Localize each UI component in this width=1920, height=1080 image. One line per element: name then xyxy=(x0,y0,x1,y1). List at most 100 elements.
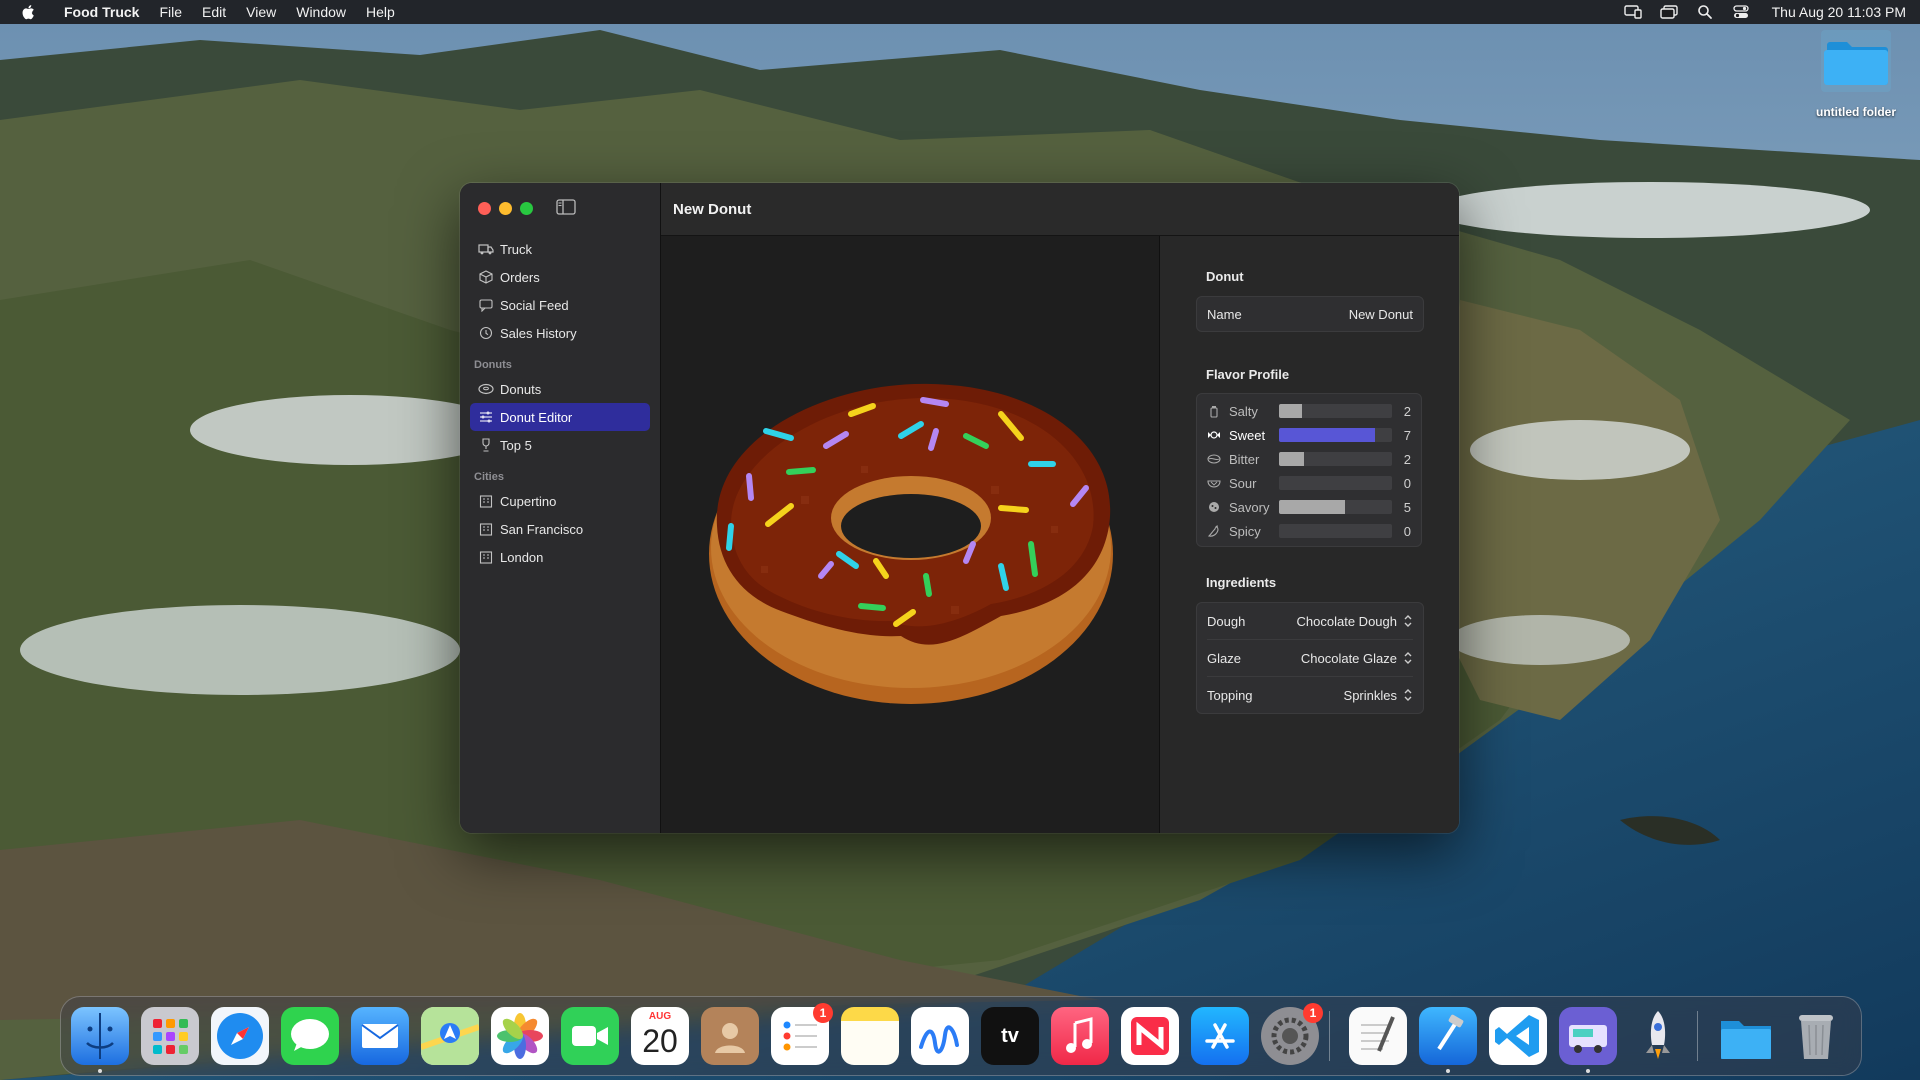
topping-popup[interactable]: Sprinkles xyxy=(1344,688,1413,703)
close-button[interactable] xyxy=(478,202,491,215)
dock-app-store-icon[interactable] xyxy=(1191,1007,1249,1065)
flavor-row-sour[interactable]: Sour 0 xyxy=(1197,471,1421,495)
dock: AUG 20 1 tv 1 xyxy=(60,996,1862,1076)
dock-tv-icon[interactable]: tv xyxy=(981,1007,1039,1065)
glaze-popup[interactable]: Chocolate Glaze xyxy=(1301,651,1413,666)
dock-contacts-icon[interactable] xyxy=(701,1007,759,1065)
running-indicator xyxy=(1586,1069,1590,1073)
dock-photos-icon[interactable] xyxy=(491,1007,549,1065)
sidebar-item-label: Top 5 xyxy=(500,437,532,453)
window-icon[interactable] xyxy=(1659,5,1678,19)
menu-help[interactable]: Help xyxy=(356,0,405,24)
menu-edit[interactable]: Edit xyxy=(192,0,236,24)
sidebar-item-orders[interactable]: Orders xyxy=(470,263,650,291)
sidebar-item-donut-editor[interactable]: Donut Editor xyxy=(470,403,650,431)
dock-downloads-folder-icon[interactable] xyxy=(1717,1007,1775,1065)
dock-vscode-icon[interactable] xyxy=(1489,1007,1547,1065)
flavor-bar[interactable] xyxy=(1279,500,1392,514)
menu-bar: Food Truck File Edit View Window Help Th… xyxy=(0,0,1920,24)
minimize-button[interactable] xyxy=(499,202,512,215)
search-icon[interactable] xyxy=(1696,5,1714,19)
donut-icon xyxy=(478,381,494,397)
apple-icon[interactable] xyxy=(20,3,38,21)
ingredients-card: Dough Chocolate Dough Glaze Chocolate Gl… xyxy=(1196,602,1424,714)
flavor-name: Salty xyxy=(1229,403,1258,419)
flavor-row-savory[interactable]: Savory 5 xyxy=(1197,495,1421,519)
sidebar-item-label: Donuts xyxy=(500,381,542,397)
menu-window[interactable]: Window xyxy=(286,0,356,24)
control-center-icon[interactable] xyxy=(1732,5,1750,19)
dock-freeform-icon[interactable] xyxy=(911,1007,969,1065)
desktop-folder[interactable]: untitled folder xyxy=(1806,30,1906,119)
flavor-value: 0 xyxy=(1403,523,1411,539)
sidebar-item-top-5[interactable]: Top 5 xyxy=(470,431,650,459)
dock-news-icon[interactable] xyxy=(1121,1007,1179,1065)
flavor-bar[interactable] xyxy=(1279,524,1392,538)
dock-finder-icon[interactable] xyxy=(71,1007,129,1073)
sidebar-toggle-icon[interactable] xyxy=(556,199,576,215)
sidebar-item-label: Cupertino xyxy=(500,493,557,509)
dock-notes-icon[interactable] xyxy=(841,1007,899,1065)
sidebar-item-donuts[interactable]: Donuts xyxy=(470,375,650,403)
sidebar-item-social-feed[interactable]: Social Feed xyxy=(470,291,650,319)
dock-launchpad-icon[interactable] xyxy=(141,1007,199,1065)
sidebar-item-san-francisco[interactable]: San Francisco xyxy=(470,515,650,543)
dock-rocket-icon[interactable] xyxy=(1629,1007,1687,1065)
dough-popup[interactable]: Chocolate Dough xyxy=(1297,614,1413,629)
chevron-up-down-icon xyxy=(1404,615,1412,627)
dock-trash-icon[interactable] xyxy=(1787,1007,1845,1065)
sidebar-item-label: Social Feed xyxy=(500,297,569,313)
zoom-button[interactable] xyxy=(520,202,533,215)
dock-mail-icon[interactable] xyxy=(351,1007,409,1065)
flavor-bar-fill xyxy=(1279,452,1304,466)
sidebar-item-sales-history[interactable]: Sales History xyxy=(470,319,650,347)
dock-separator xyxy=(1697,1011,1698,1061)
flavor-bar[interactable] xyxy=(1279,476,1392,490)
flavor-row-salty[interactable]: Salty 2 xyxy=(1197,399,1421,423)
dock-xcode-icon[interactable] xyxy=(1419,1007,1477,1073)
inspector-panel: Donut Name New Donut Flavor Profile Salt… xyxy=(1160,236,1459,833)
dock-messages-icon[interactable] xyxy=(281,1007,339,1065)
candy-icon xyxy=(1207,428,1221,442)
sidebar-item-truck[interactable]: Truck xyxy=(470,235,650,263)
sidebar-item-london[interactable]: London xyxy=(470,543,650,571)
dock-textedit-icon[interactable] xyxy=(1349,1007,1407,1065)
name-field[interactable]: New Donut xyxy=(1349,307,1413,322)
flavor-row-spicy[interactable]: Spicy 0 xyxy=(1197,519,1421,543)
sidebar-item-label: San Francisco xyxy=(500,521,584,537)
dock-calendar-icon[interactable]: AUG 20 xyxy=(631,1007,689,1065)
sidebar-nav: Truck Orders Social Feed Sales History D… xyxy=(460,235,660,571)
dock-reminders-icon[interactable]: 1 xyxy=(771,1003,833,1065)
window-title: New Donut xyxy=(673,200,752,218)
flavor-value: 2 xyxy=(1403,403,1411,419)
sidebar-item-cupertino[interactable]: Cupertino xyxy=(470,487,650,515)
menu-clock[interactable]: Thu Aug 20 11:03 PM xyxy=(1772,4,1906,20)
dock-music-icon[interactable] xyxy=(1051,1007,1109,1065)
menu-app-name[interactable]: Food Truck xyxy=(54,0,149,24)
truck-icon xyxy=(478,241,494,257)
dock-maps-icon[interactable] xyxy=(420,1007,480,1065)
flavor-bar[interactable] xyxy=(1279,428,1392,442)
folder-icon xyxy=(1821,30,1891,92)
screen-mirroring-icon[interactable] xyxy=(1623,5,1642,19)
flavor-value: 2 xyxy=(1403,451,1411,467)
desktop-folder-label: untitled folder xyxy=(1816,105,1896,119)
dock-safari-icon[interactable] xyxy=(211,1007,269,1065)
flavor-bar-fill xyxy=(1279,428,1376,442)
menu-file[interactable]: File xyxy=(149,0,192,24)
building-icon xyxy=(478,549,494,565)
trophy-icon xyxy=(478,437,494,453)
flavor-bar[interactable] xyxy=(1279,452,1392,466)
building-icon xyxy=(478,493,494,509)
pepper-icon xyxy=(1207,524,1221,538)
running-indicator xyxy=(98,1069,102,1073)
dock-system-settings-icon[interactable]: 1 xyxy=(1261,1003,1323,1065)
name-label: Name xyxy=(1207,306,1242,322)
dock-food-truck-icon[interactable] xyxy=(1559,1007,1617,1073)
flavor-row-sweet[interactable]: Sweet 7 xyxy=(1197,423,1421,447)
menu-view[interactable]: View xyxy=(236,0,286,24)
dock-facetime-icon[interactable] xyxy=(561,1007,619,1065)
flavor-name: Sweet xyxy=(1229,427,1266,443)
flavor-row-bitter[interactable]: Bitter 2 xyxy=(1197,447,1421,471)
flavor-bar[interactable] xyxy=(1279,404,1392,418)
